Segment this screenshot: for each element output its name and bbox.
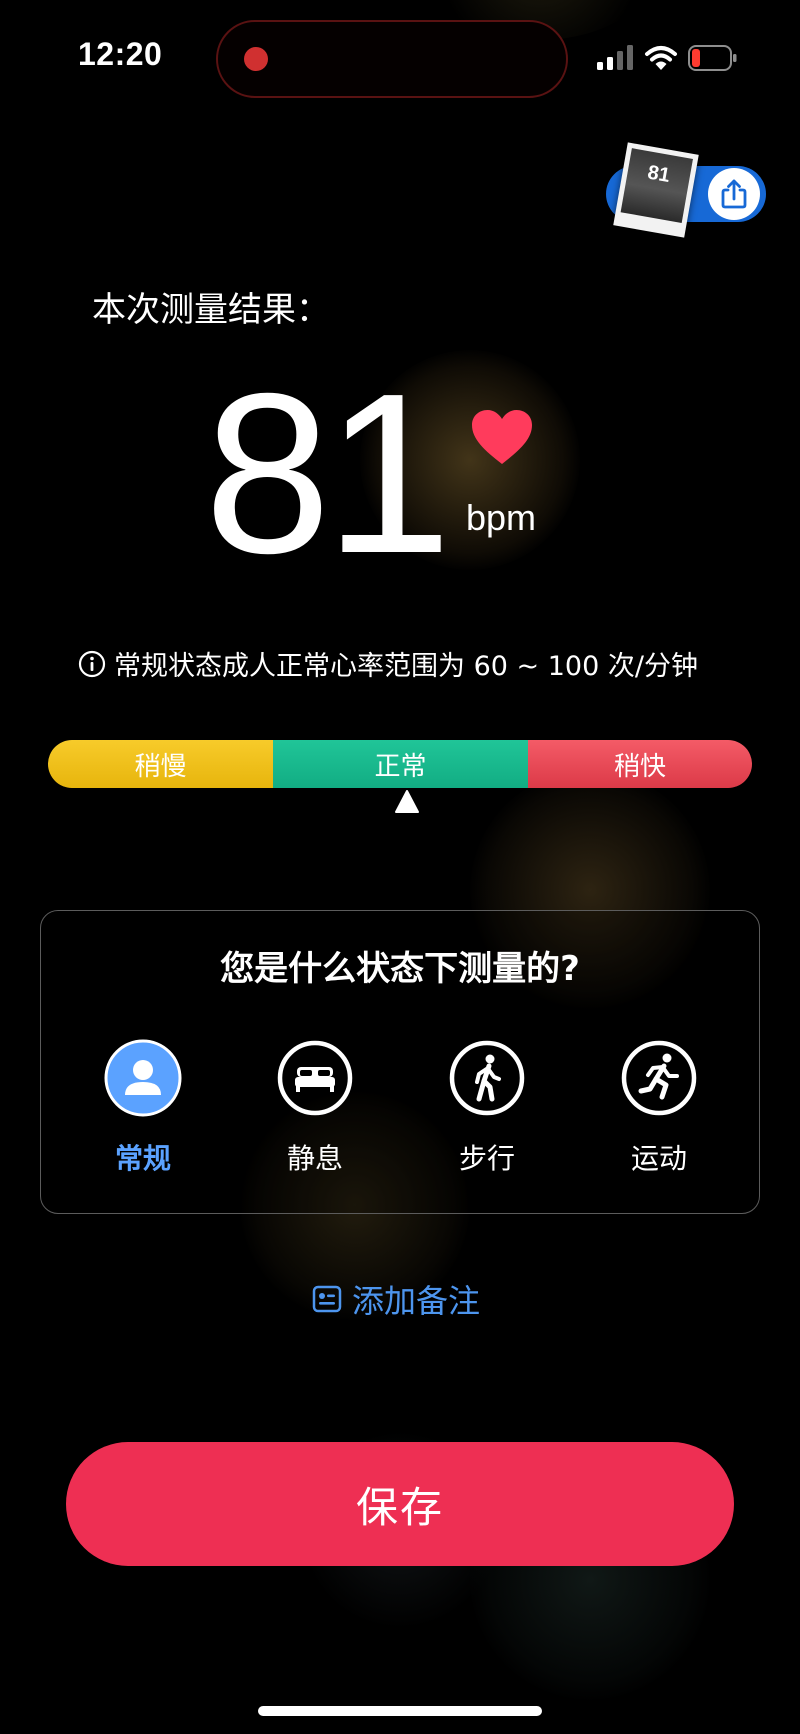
person-icon: [104, 1039, 182, 1117]
state-option-resting[interactable]: 静息: [255, 1039, 375, 1177]
state-option-label: 常规: [114, 1142, 171, 1175]
bed-icon: [277, 1040, 353, 1116]
heart-rate-value: 81: [204, 347, 452, 601]
status-time: 12:20: [78, 36, 163, 72]
walking-icon: [449, 1040, 525, 1116]
save-button[interactable]: 保存: [66, 1442, 734, 1566]
home-indicator[interactable]: [258, 1706, 542, 1716]
range-segment-slow: 稍慢: [48, 740, 273, 788]
state-option-label: 静息: [286, 1142, 343, 1175]
note-icon: [312, 1285, 342, 1313]
normal-range-text: 常规状态成人正常心率范围为 60 ~ 100 次/分钟: [114, 651, 698, 682]
range-segment-fast: 稍快: [528, 740, 752, 788]
normal-range-info: 常规状态成人正常心率范围为 60 ~ 100 次/分钟: [78, 644, 738, 683]
heart-rate-range-bar: 稍慢 正常 稍快: [48, 740, 752, 788]
share-icon: [721, 179, 747, 209]
add-note-button[interactable]: 添加备注: [312, 1276, 480, 1322]
state-option-regular[interactable]: 常规: [83, 1039, 203, 1177]
state-option-label: 运动: [630, 1142, 687, 1175]
info-icon: [78, 650, 106, 677]
measurement-state-card: 您是什么状态下测量的? 常规 静息 步行 运动: [40, 910, 760, 1214]
state-option-label: 步行: [458, 1142, 515, 1175]
add-note-label: 添加备注: [352, 1282, 481, 1320]
range-segment-normal: 正常: [273, 740, 528, 788]
state-option-exercise[interactable]: 运动: [599, 1039, 719, 1177]
screenshot-thumbnail[interactable]: 81: [613, 142, 699, 238]
result-title: 本次测量结果：: [92, 290, 330, 330]
thumbnail-value: 81: [645, 161, 672, 188]
dynamic-island[interactable]: [216, 20, 568, 98]
state-option-walking[interactable]: 步行: [427, 1039, 547, 1177]
share-button[interactable]: [708, 168, 760, 220]
heart-icon: [472, 410, 532, 464]
wifi-icon: [645, 46, 677, 70]
state-card-title: 您是什么状态下测量的?: [220, 949, 580, 989]
heart-rate-unit: bpm: [466, 497, 537, 538]
running-icon: [621, 1040, 697, 1116]
recording-dot-icon: [244, 47, 268, 71]
signal-icon: [597, 45, 633, 70]
battery-low-icon: [688, 45, 737, 71]
range-indicator-icon: [395, 790, 419, 813]
